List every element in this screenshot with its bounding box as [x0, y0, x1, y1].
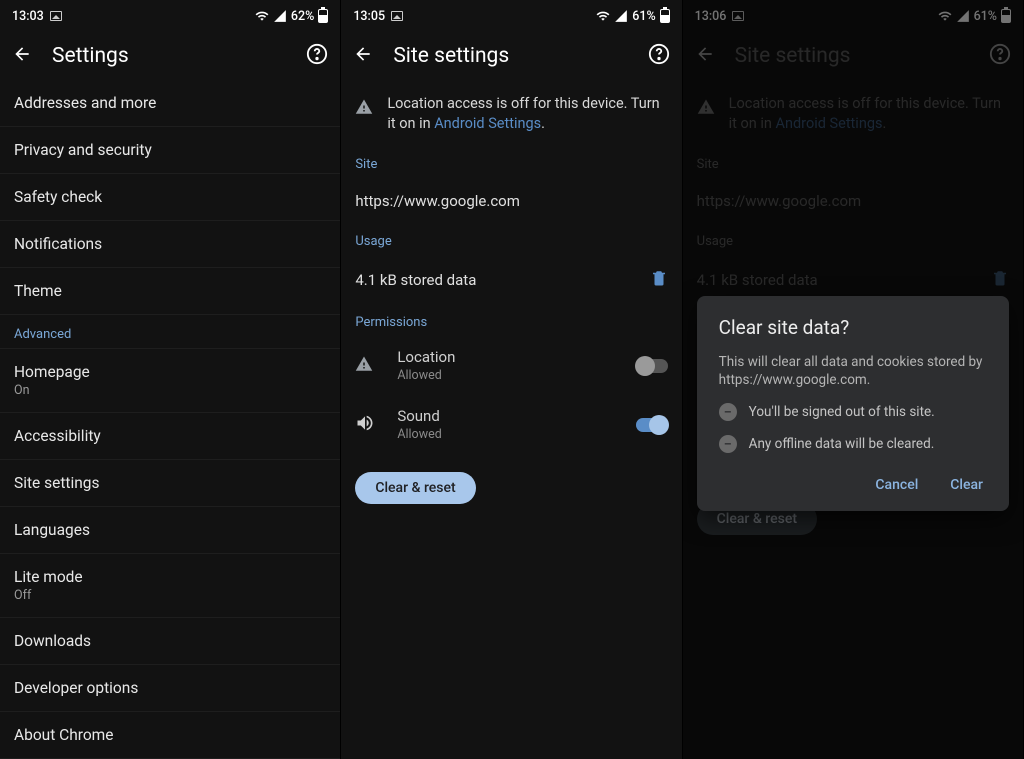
site-url: https://www.google.com — [341, 178, 681, 224]
screen-settings: 13:03 62% Settings Addresses and more Pr… — [0, 0, 341, 759]
screen-site-settings: 13:05 61% Site settings Location access … — [341, 0, 682, 759]
row-label: Developer options — [14, 679, 326, 697]
bullet-icon — [719, 435, 737, 453]
row-sublabel: On — [14, 383, 326, 398]
row-label: Addresses and more — [14, 94, 326, 112]
settings-row-accessibility[interactable]: Accessibility — [0, 413, 340, 460]
settings-row-notifications[interactable]: Notifications — [0, 221, 340, 268]
arrow-back-icon — [353, 44, 373, 64]
wifi-icon — [255, 9, 269, 23]
row-label: Homepage — [14, 363, 326, 381]
help-button[interactable] — [306, 43, 328, 69]
stored-data-text: 4.1 kB stored data — [355, 271, 476, 289]
permission-location-row: Location Allowed — [341, 336, 681, 395]
page-title: Settings — [52, 44, 306, 68]
row-label: Site settings — [14, 474, 326, 492]
row-label: Notifications — [14, 235, 326, 253]
battery-percent: 61% — [632, 9, 655, 24]
picture-icon — [50, 11, 62, 21]
warning-icon — [355, 98, 373, 116]
settings-row-addresses[interactable]: Addresses and more — [0, 80, 340, 127]
settings-row-safety-check[interactable]: Safety check — [0, 174, 340, 221]
dialog-title: Clear site data? — [719, 316, 987, 339]
settings-row-languages[interactable]: Languages — [0, 507, 340, 554]
status-bar: 13:03 62% — [0, 0, 340, 32]
site-header: Site — [341, 147, 681, 178]
settings-row-developer-options[interactable]: Developer options — [0, 665, 340, 712]
clear-reset-button[interactable]: Clear & reset — [355, 472, 475, 504]
settings-row-theme[interactable]: Theme — [0, 268, 340, 315]
dialog-body: This will clear all data and cookies sto… — [719, 353, 987, 389]
page-title: Site settings — [393, 44, 647, 68]
arrow-back-icon — [12, 44, 32, 64]
wifi-icon — [596, 9, 610, 23]
settings-row-downloads[interactable]: Downloads — [0, 618, 340, 665]
battery-icon — [318, 9, 328, 23]
usage-row: 4.1 kB stored data — [341, 255, 681, 305]
help-icon — [306, 43, 328, 65]
location-notice: Location access is off for this device. … — [341, 80, 681, 147]
sound-icon — [355, 413, 375, 433]
settings-row-homepage[interactable]: Homepage On — [0, 349, 340, 413]
row-label: Lite mode — [14, 568, 326, 586]
clear-site-data-dialog: Clear site data? This will clear all dat… — [697, 296, 1009, 511]
permissions-header: Permissions — [341, 305, 681, 336]
sound-toggle[interactable] — [636, 418, 668, 432]
row-label: Safety check — [14, 188, 326, 206]
permission-name: Sound — [397, 407, 635, 425]
signal-icon — [614, 9, 628, 23]
app-bar: Site settings — [341, 32, 681, 80]
permission-sound-row: Sound Allowed — [341, 395, 681, 454]
bullet-icon — [719, 403, 737, 421]
settings-row-about-chrome[interactable]: About Chrome — [0, 712, 340, 759]
status-bar: 13:05 61% — [341, 0, 681, 32]
battery-percent: 62% — [291, 9, 314, 24]
signal-icon — [273, 9, 287, 23]
clear-button[interactable]: Clear — [946, 471, 987, 499]
row-label: Privacy and security — [14, 141, 326, 159]
permission-status: Allowed — [397, 427, 635, 442]
settings-row-lite-mode[interactable]: Lite mode Off — [0, 554, 340, 618]
cancel-button[interactable]: Cancel — [871, 471, 922, 499]
android-settings-link[interactable]: Android Settings — [434, 115, 541, 132]
help-icon — [648, 43, 670, 65]
advanced-header: Advanced — [0, 315, 340, 349]
row-label: Languages — [14, 521, 326, 539]
row-label: Downloads — [14, 632, 326, 650]
settings-row-site-settings[interactable]: Site settings — [0, 460, 340, 507]
dialog-item-signout: You'll be signed out of this site. — [719, 403, 987, 421]
usage-header: Usage — [341, 224, 681, 255]
app-bar: Settings — [0, 32, 340, 80]
row-label: Theme — [14, 282, 326, 300]
permission-name: Location — [397, 348, 635, 366]
row-label: Accessibility — [14, 427, 326, 445]
delete-data-button[interactable] — [650, 269, 668, 291]
location-toggle[interactable] — [636, 359, 668, 373]
warning-icon — [355, 355, 373, 373]
battery-icon — [660, 9, 670, 23]
notice-text: Location access is off for this device. … — [387, 94, 667, 133]
dialog-item-text: You'll be signed out of this site. — [749, 404, 935, 420]
settings-row-privacy[interactable]: Privacy and security — [0, 127, 340, 174]
screen-clear-dialog: 13:06 61% Site settings Location access … — [683, 0, 1024, 759]
row-label: About Chrome — [14, 726, 326, 744]
trash-icon — [650, 269, 668, 287]
picture-icon — [391, 11, 403, 21]
back-button[interactable] — [12, 44, 32, 68]
row-sublabel: Off — [14, 588, 326, 603]
dialog-item-text: Any offline data will be cleared. — [749, 436, 935, 452]
status-time: 13:03 — [12, 9, 44, 24]
back-button[interactable] — [353, 44, 373, 68]
help-button[interactable] — [648, 43, 670, 69]
dialog-item-offline: Any offline data will be cleared. — [719, 435, 987, 453]
status-time: 13:05 — [353, 9, 385, 24]
permission-status: Allowed — [397, 368, 635, 383]
